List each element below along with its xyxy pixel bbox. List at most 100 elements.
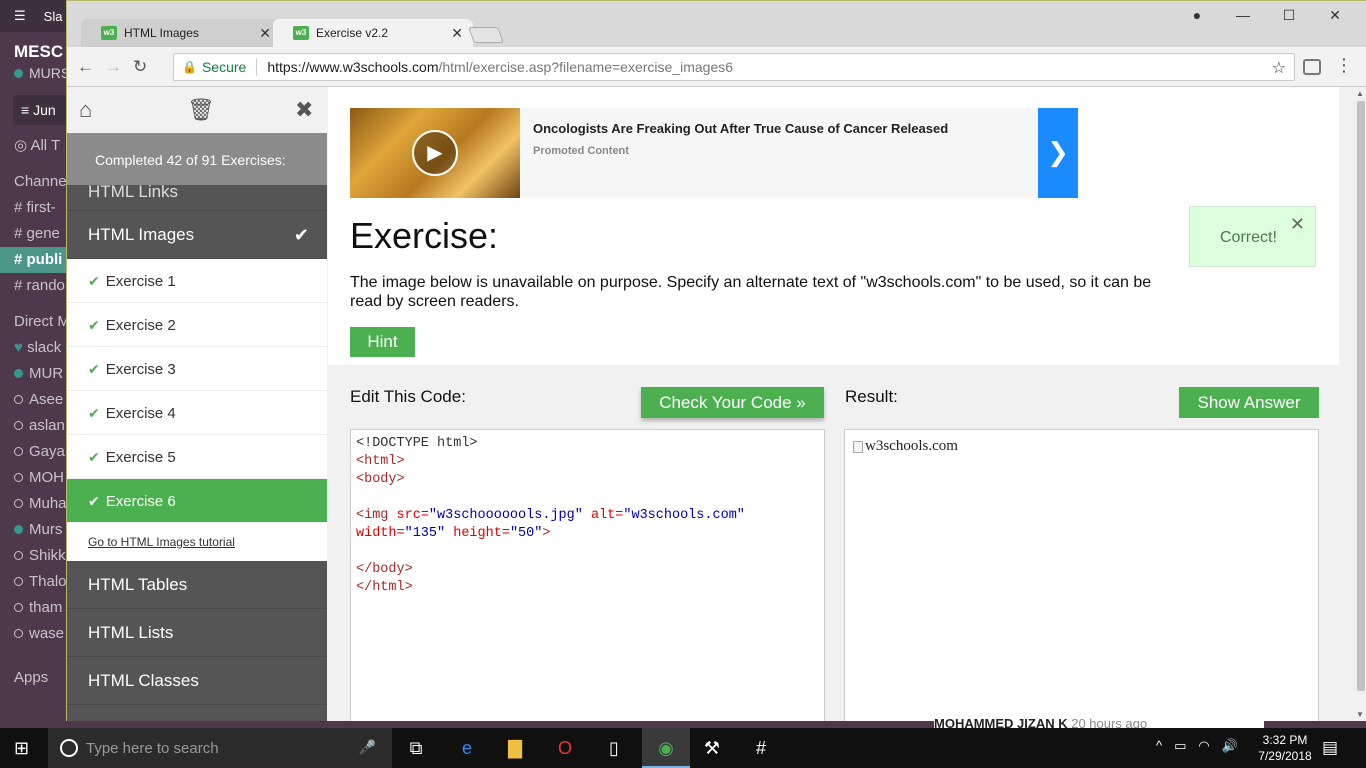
exercise-item[interactable]: ✔ Exercise 2	[67, 303, 327, 347]
address-bar[interactable]: 🔒 Secure https://www.w3schools.com/html/…	[173, 53, 1295, 81]
category-html-images[interactable]: HTML Images ✔	[67, 211, 327, 259]
tab-strip: w3 HTML Images ✕ w3 Exercise v2.2 ✕ ● — …	[67, 1, 1366, 47]
clock[interactable]: 3:32 PM 7/29/2018	[1255, 732, 1315, 764]
exercise-menu: ⌂ 🗑 ✖ Completed 42 of 91 Exercises: HTML…	[67, 87, 327, 721]
alt-text: w3schools.com	[865, 438, 958, 454]
code-editor[interactable]: <!DOCTYPE html> <html> <body> <img src="…	[350, 429, 825, 721]
close-window-button[interactable]: ✕	[1315, 7, 1355, 24]
notepad-icon[interactable]: ▯	[602, 736, 626, 760]
category-html-tables[interactable]: HTML Tables	[67, 561, 327, 609]
presence-icon	[14, 577, 23, 586]
search-placeholder: Type here to search	[86, 739, 219, 757]
slack-message-peek: MOHAMMED JIZAN K 20 hours ago	[934, 716, 1264, 728]
tab-exercise[interactable]: w3 Exercise v2.2 ✕	[273, 19, 473, 47]
secure-label: Secure	[201, 59, 247, 75]
page-scrollbar[interactable]: ▲ ▼	[1355, 87, 1366, 721]
opera-icon[interactable]: O	[553, 736, 577, 760]
dm-header[interactable]: Direct M	[0, 309, 70, 335]
workspace-name[interactable]: MESC	[0, 32, 70, 62]
scroll-thumb[interactable]	[1357, 101, 1365, 691]
dm-item[interactable]: tham	[0, 595, 70, 621]
exercise-item[interactable]: ✔ Exercise 4	[67, 391, 327, 435]
hamburger-icon[interactable]: ☰	[14, 8, 26, 24]
dm-item[interactable]: wase	[0, 621, 70, 647]
presence-icon	[14, 395, 23, 404]
scroll-up-icon[interactable]: ▲	[1356, 89, 1364, 98]
windows-start-icon[interactable]: ⊞	[14, 738, 29, 759]
bookmark-star-icon[interactable]: ☆	[1272, 58, 1286, 78]
advertisement[interactable]: ▶ Oncologists Are Freaking Out After Tru…	[350, 108, 1078, 198]
dm-item[interactable]: MUR	[0, 361, 70, 387]
slack-icon[interactable]: #	[749, 736, 773, 760]
dm-item[interactable]: Shikk	[0, 543, 70, 569]
close-icon[interactable]: ✕	[1290, 214, 1305, 235]
close-tab-icon[interactable]: ✕	[259, 25, 271, 42]
show-answer-button[interactable]: Show Answer	[1179, 387, 1319, 418]
channel-item[interactable]: # rando	[0, 273, 70, 299]
profile-icon[interactable]: ●	[1177, 7, 1217, 23]
checkmark-icon: ✔	[293, 225, 309, 245]
channel-item-selected[interactable]: # publi	[0, 247, 70, 273]
maximize-button[interactable]: ☐	[1269, 7, 1309, 24]
minimize-button[interactable]: —	[1223, 7, 1263, 23]
exercise-item[interactable]: ✔ Exercise 1	[67, 259, 327, 303]
tab-html-images[interactable]: w3 HTML Images ✕	[81, 19, 281, 47]
close-tab-icon[interactable]: ✕	[451, 25, 463, 42]
check-code-button[interactable]: Check Your Code »	[641, 387, 824, 418]
wifi-icon[interactable]: ◠	[1198, 738, 1209, 754]
category-html-lists[interactable]: HTML Lists	[67, 609, 327, 657]
category-html-links[interactable]: HTML Links	[67, 185, 327, 211]
apps-header[interactable]: Apps	[0, 665, 70, 691]
task-view-icon[interactable]: ⧉	[404, 736, 428, 760]
dm-item[interactable]: Thalo	[0, 569, 70, 595]
close-icon[interactable]: ✖	[295, 97, 313, 123]
exercise-item[interactable]: ✔ Exercise 5	[67, 435, 327, 479]
heart-icon: ♥	[14, 339, 23, 356]
trash-icon[interactable]: 🗑	[187, 97, 215, 123]
dm-item[interactable]: ♥ slack	[0, 335, 70, 361]
chevron-up-icon[interactable]: ^	[1156, 738, 1162, 754]
extension-icon[interactable]	[1303, 59, 1321, 75]
channel-item[interactable]: # gene	[0, 221, 70, 247]
presence-icon	[14, 447, 23, 456]
edge-icon[interactable]: e	[455, 736, 479, 760]
chevron-right-icon[interactable]: ❯	[1038, 108, 1078, 198]
notification-icon[interactable]: ▤	[1322, 738, 1338, 758]
scroll-down-icon[interactable]: ▼	[1356, 710, 1364, 719]
microphone-icon[interactable]: 🎤	[359, 739, 376, 756]
file-explorer-icon[interactable]: ▇	[503, 736, 527, 760]
message-author: MOHAMMED JIZAN K	[934, 716, 1068, 728]
instructions: The image below is unavailable on purpos…	[350, 274, 1152, 310]
dm-item[interactable]: Muha	[0, 491, 70, 517]
exercise-item[interactable]: ✔ Exercise 3	[67, 347, 327, 391]
new-tab-button[interactable]	[468, 27, 504, 43]
channels-header[interactable]: Channe	[0, 169, 70, 195]
chrome-taskbar-button[interactable]: ◉	[642, 728, 690, 768]
dm-item[interactable]: Asee	[0, 387, 70, 413]
forward-icon[interactable]: →	[105, 57, 122, 77]
taskbar-search[interactable]: Type here to search 🎤	[48, 728, 392, 768]
page-title: Exercise:	[350, 215, 499, 256]
back-icon[interactable]: ←	[77, 57, 94, 77]
reload-icon[interactable]: ↻	[133, 57, 147, 77]
dm-item[interactable]: MOH	[0, 465, 70, 491]
home-icon[interactable]: ⌂	[79, 97, 92, 123]
dm-item[interactable]: Murs	[0, 517, 70, 543]
battery-icon[interactable]: ▭	[1174, 738, 1186, 754]
kebab-menu-icon[interactable]: ⋮	[1335, 55, 1353, 76]
channel-item[interactable]: # first-	[0, 195, 70, 221]
tools-icon[interactable]: ⚒	[700, 736, 724, 760]
exercise-item-selected[interactable]: ✔ Exercise 6	[67, 479, 327, 523]
dm-item[interactable]: Gaya	[0, 439, 70, 465]
dm-item[interactable]: aslan	[0, 413, 70, 439]
tutorial-link[interactable]: Go to HTML Images tutorial	[67, 523, 327, 561]
edit-code-label: Edit This Code:	[350, 387, 466, 406]
taskbar: ⊞ Type here to search 🎤 ⧉ e ▇ O ▯ ◉ ⚒ # …	[0, 728, 1366, 768]
jump-to-button[interactable]: ≡ Jun	[13, 95, 70, 125]
all-threads[interactable]: ◎ All T	[0, 133, 70, 159]
category-html-classes[interactable]: HTML Classes	[67, 657, 327, 705]
correct-text: Correct!	[1220, 229, 1277, 246]
threads-icon: ◎	[14, 137, 28, 154]
hint-button[interactable]: Hint	[350, 327, 415, 357]
volume-icon[interactable]: 🔊	[1222, 738, 1238, 754]
